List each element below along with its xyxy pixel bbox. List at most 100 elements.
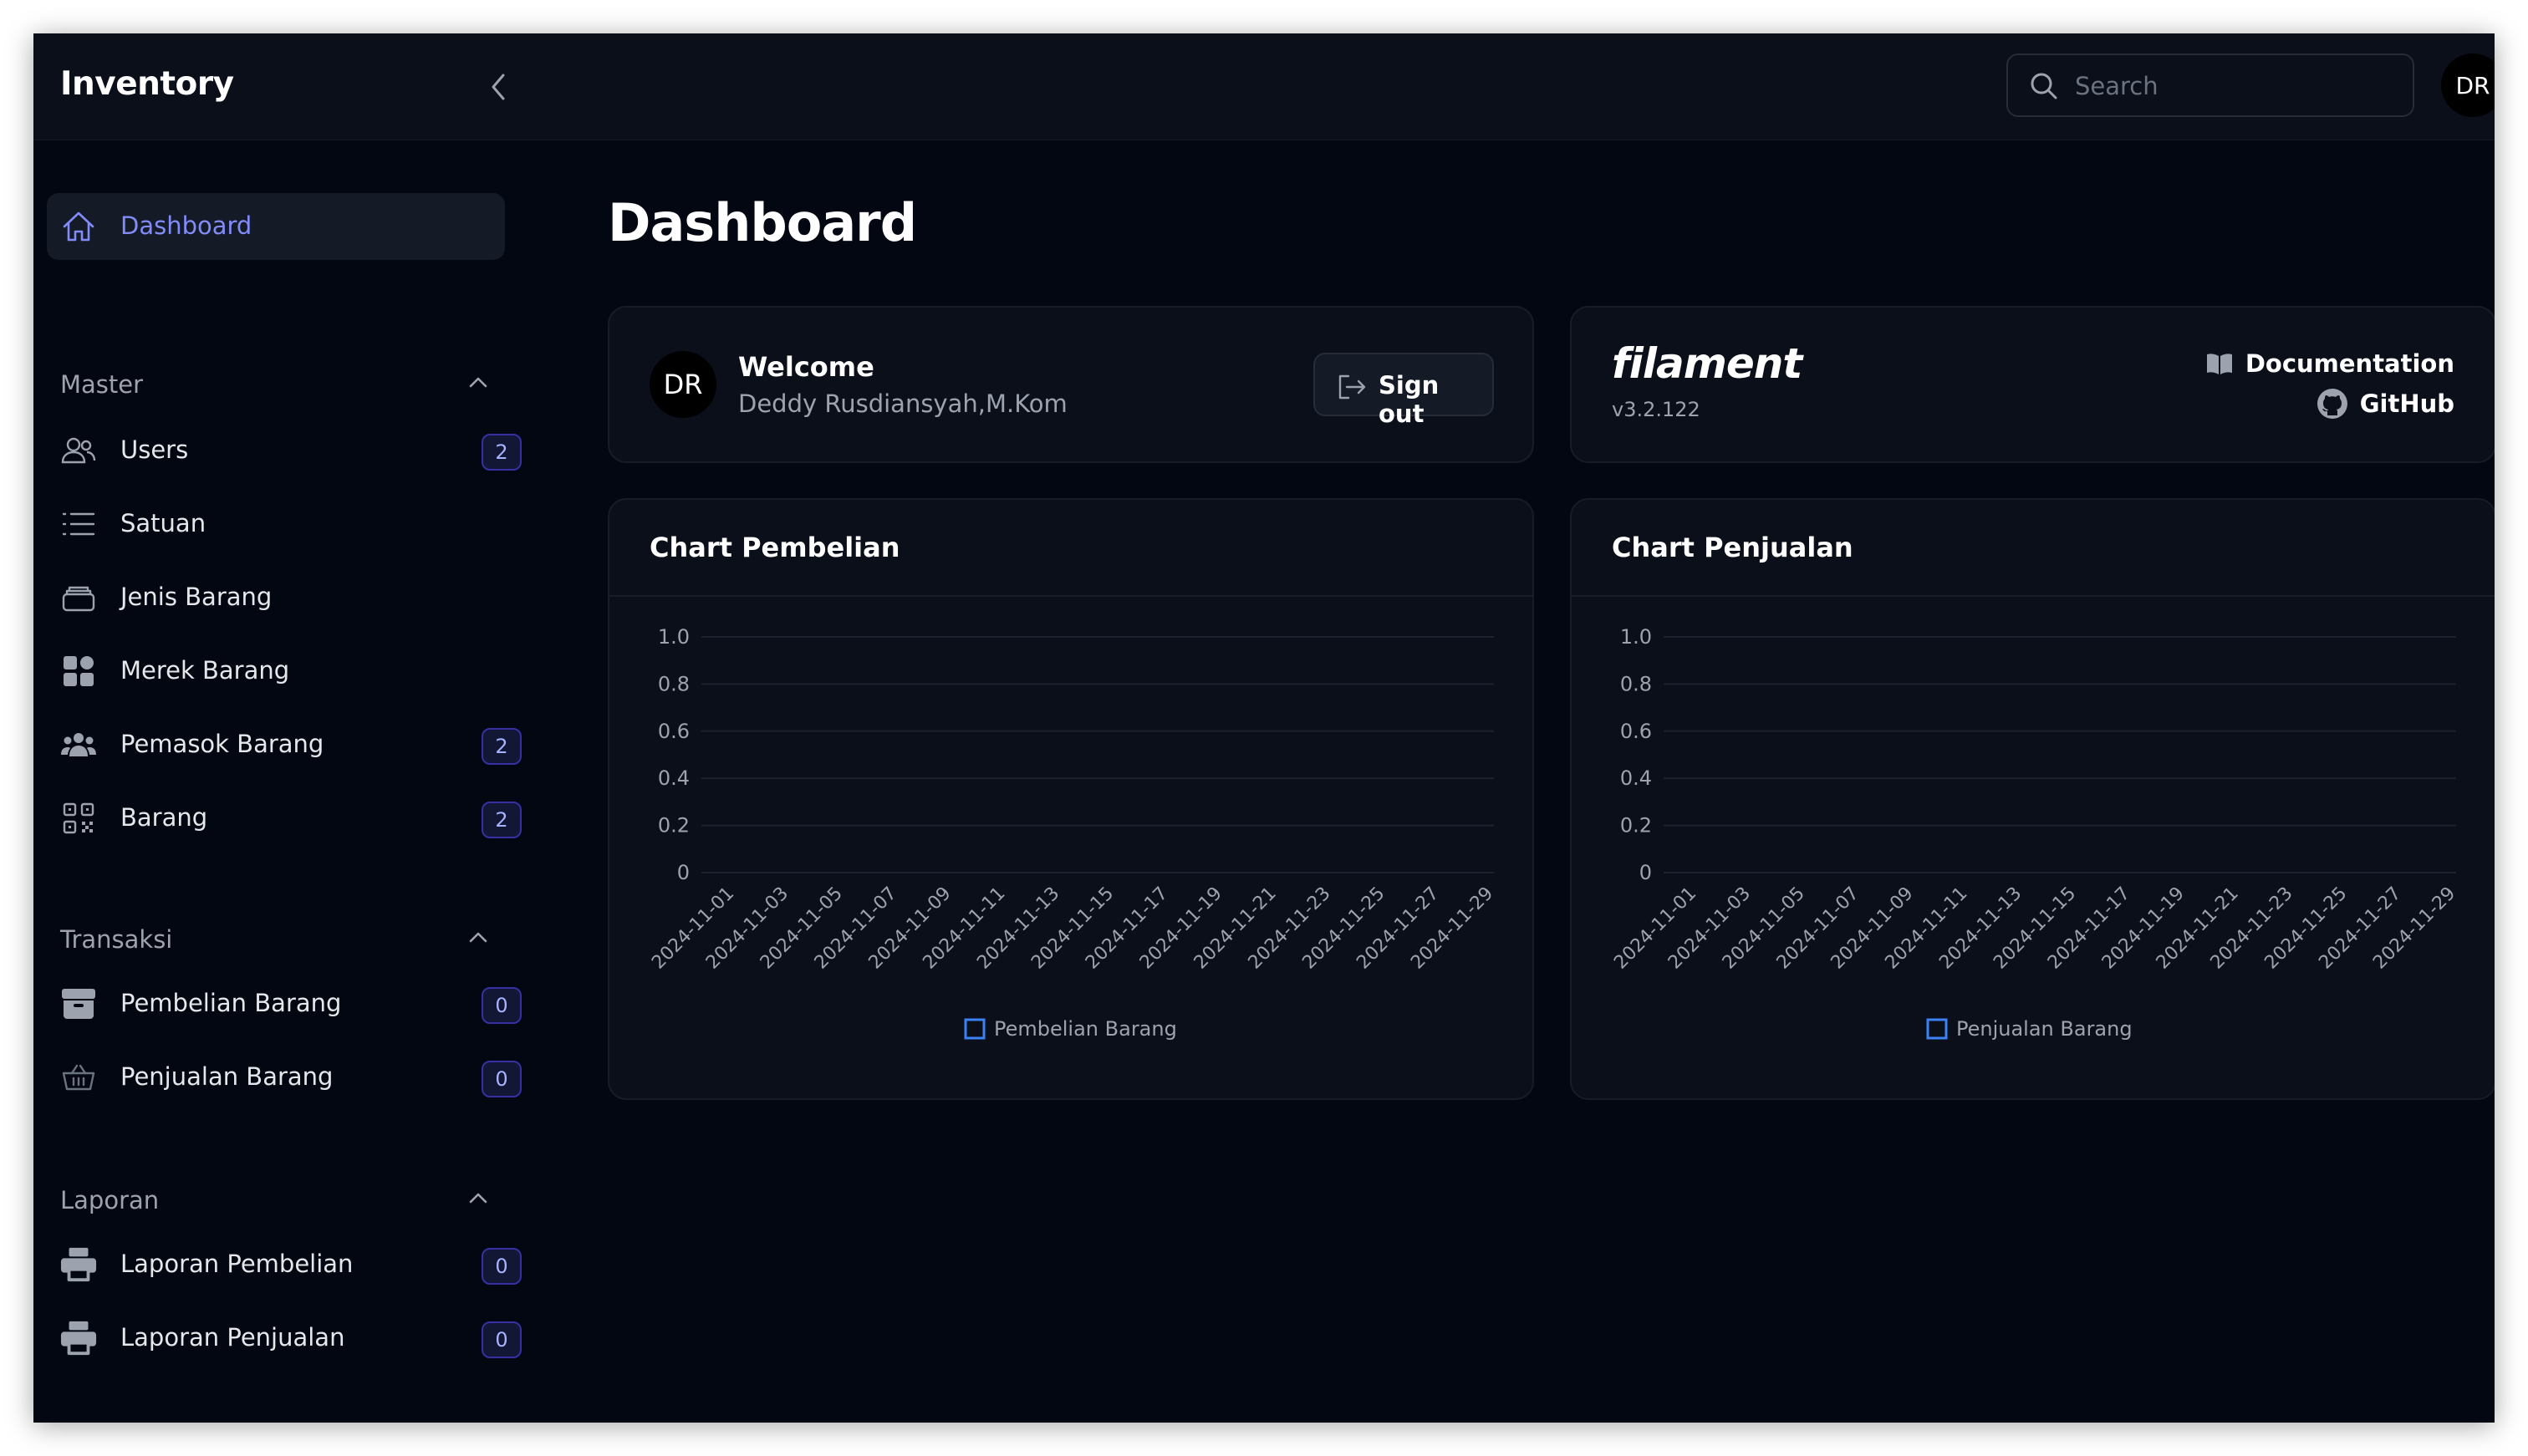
welcome-heading: Welcome xyxy=(738,351,874,383)
sidebar-item-label: Barang xyxy=(120,803,208,832)
sidebar-item-laporan-penjualan[interactable]: Laporan Penjualan 0 xyxy=(47,1305,522,1372)
filament-version: v3.2.122 xyxy=(1612,398,1700,421)
y-tick-label: 0.6 xyxy=(658,720,690,743)
collapse-sidebar-button[interactable] xyxy=(475,67,522,107)
y-tick-label: 0.6 xyxy=(1620,720,1652,743)
group-title-master: Master xyxy=(60,370,144,399)
sidebar-item-penjualan-barang[interactable]: Penjualan Barang 0 xyxy=(47,1044,522,1111)
stack-icon xyxy=(60,581,97,614)
sidebar-item-jenis-barang[interactable]: Jenis Barang xyxy=(47,564,505,631)
home-icon xyxy=(60,210,97,243)
count-badge: 0 xyxy=(482,987,522,1024)
list-icon xyxy=(60,507,97,541)
sidebar: Dashboard Master Users 2 Satuan Jenis Ba… xyxy=(33,141,568,1423)
search-input[interactable]: Search xyxy=(2006,53,2414,117)
github-icon xyxy=(2316,389,2347,419)
sidebar-item-label: Pemasok Barang xyxy=(120,730,324,758)
chart-title: Chart Pembelian xyxy=(650,532,900,563)
y-tick-label: 1.0 xyxy=(658,625,690,649)
y-tick-label: 0.4 xyxy=(658,766,690,790)
user-group-icon xyxy=(60,728,97,761)
chart-header: Chart Penjualan xyxy=(1572,500,2495,597)
sidebar-item-label: Laporan Penjualan xyxy=(120,1323,345,1352)
sidebar-item-label: Pembelian Barang xyxy=(120,989,342,1017)
collapse-group-laporan-button[interactable] xyxy=(461,1184,495,1211)
sidebar-item-barang[interactable]: Barang 2 xyxy=(47,785,522,852)
sidebar-item-label: Penjualan Barang xyxy=(120,1062,334,1091)
sidebar-item-label: Jenis Barang xyxy=(120,583,273,611)
sidebar-item-label: Users xyxy=(120,435,189,464)
search-icon xyxy=(2031,73,2057,99)
y-tick-label: 1.0 xyxy=(1620,625,1652,649)
page-title: Dashboard xyxy=(608,192,917,253)
collapse-group-master-button[interactable] xyxy=(461,369,495,395)
legend-label[interactable]: Pembelian Barang xyxy=(994,1017,1177,1041)
y-tick-label: 0 xyxy=(677,861,690,884)
count-badge: 2 xyxy=(482,728,522,765)
user-avatar[interactable]: DR xyxy=(2441,53,2495,117)
collapse-group-transaksi-button[interactable] xyxy=(461,924,495,950)
top-bar: Inventory Search DR xyxy=(33,33,2495,140)
chart-title: Chart Penjualan xyxy=(1612,532,1853,563)
sidebar-item-users[interactable]: Users 2 xyxy=(47,417,522,484)
github-label: GitHub xyxy=(2359,389,2454,418)
github-link[interactable]: GitHub xyxy=(2316,388,2454,420)
chevron-up-icon xyxy=(469,377,487,388)
chevron-left-icon xyxy=(492,74,505,100)
chevron-up-icon xyxy=(469,932,487,943)
printer-icon xyxy=(60,1247,97,1282)
legend-swatch[interactable] xyxy=(1926,1018,1948,1040)
sidebar-item-label: Dashboard xyxy=(120,211,252,240)
app-title: Inventory xyxy=(60,65,234,103)
count-badge: 0 xyxy=(482,1248,522,1285)
count-badge: 2 xyxy=(482,802,522,838)
y-tick-label: 0.2 xyxy=(658,814,690,837)
filament-logo[interactable]: filament xyxy=(1612,339,1802,388)
group-title-laporan: Laporan xyxy=(60,1186,160,1214)
y-tick-label: 0 xyxy=(1639,861,1652,884)
sidebar-item-pemasok-barang[interactable]: Pemasok Barang 2 xyxy=(47,711,522,778)
app-window: Inventory Search DR Dashboard Master Use xyxy=(33,33,2495,1423)
count-badge: 0 xyxy=(482,1061,522,1097)
sidebar-item-laporan-pembelian[interactable]: Laporan Pembelian 0 xyxy=(47,1231,522,1298)
logout-icon xyxy=(1338,374,1366,400)
sign-out-button[interactable]: Sign out xyxy=(1313,353,1494,428)
sidebar-item-pembelian-barang[interactable]: Pembelian Barang 0 xyxy=(47,970,522,1037)
box-icon xyxy=(60,987,97,1021)
group-title-transaksi: Transaksi xyxy=(60,925,173,954)
chart-header: Chart Pembelian xyxy=(609,500,1532,597)
sidebar-item-dashboard[interactable]: Dashboard xyxy=(47,193,505,260)
count-badge: 2 xyxy=(482,434,522,471)
welcome-card: DR Welcome Deddy Rusdiansyah,M.Kom Sign … xyxy=(608,306,1534,463)
documentation-link[interactable]: Documentation xyxy=(2205,349,2454,378)
user-name: Deddy Rusdiansyah,M.Kom xyxy=(738,389,1068,418)
users-icon xyxy=(60,434,97,467)
search-placeholder: Search xyxy=(2075,72,2158,100)
qr-code-icon xyxy=(60,802,97,835)
sidebar-item-label: Merek Barang xyxy=(120,656,290,685)
sidebar-item-satuan[interactable]: Satuan xyxy=(47,491,505,557)
sidebar-item-label: Satuan xyxy=(120,509,206,537)
avatar: DR xyxy=(650,351,716,418)
y-tick-label: 0.4 xyxy=(1620,766,1652,790)
chart-card-penjualan: Chart Penjualan 1.0 0.8 0.6 0.4 0.2 0 2024-11-… xyxy=(1570,498,2495,1100)
y-tick-label: 0.8 xyxy=(658,672,690,695)
legend-label[interactable]: Penjualan Barang xyxy=(1956,1017,2133,1041)
basket-icon xyxy=(60,1061,97,1094)
sign-out-label: Sign out xyxy=(1379,371,1440,428)
chart-card-pembelian: Chart Pembelian 1.0 0.8 0.6 0.4 0.2 0 2024-11-… xyxy=(608,498,1534,1100)
legend-swatch[interactable] xyxy=(964,1018,986,1040)
chart-pembelian: 1.00.80.60.40.202024-11-012024-11-032024… xyxy=(648,625,1497,1041)
sidebar-item-merek-barang[interactable]: Merek Barang xyxy=(47,638,505,705)
documentation-label: Documentation xyxy=(2245,349,2454,378)
chart-penjualan: 1.00.80.60.40.202024-11-012024-11-032024… xyxy=(1610,625,2459,1041)
chevron-up-icon xyxy=(469,1193,487,1204)
grid-icon xyxy=(60,654,97,688)
y-tick-label: 0.2 xyxy=(1620,814,1652,837)
count-badge: 0 xyxy=(482,1321,522,1358)
y-tick-label: 0.8 xyxy=(1620,672,1652,695)
book-icon xyxy=(2206,354,2232,374)
filament-info-card: filament v3.2.122 Documentation GitHub xyxy=(1570,306,2495,463)
sidebar-item-label: Laporan Pembelian xyxy=(120,1250,354,1278)
printer-icon xyxy=(60,1321,97,1356)
